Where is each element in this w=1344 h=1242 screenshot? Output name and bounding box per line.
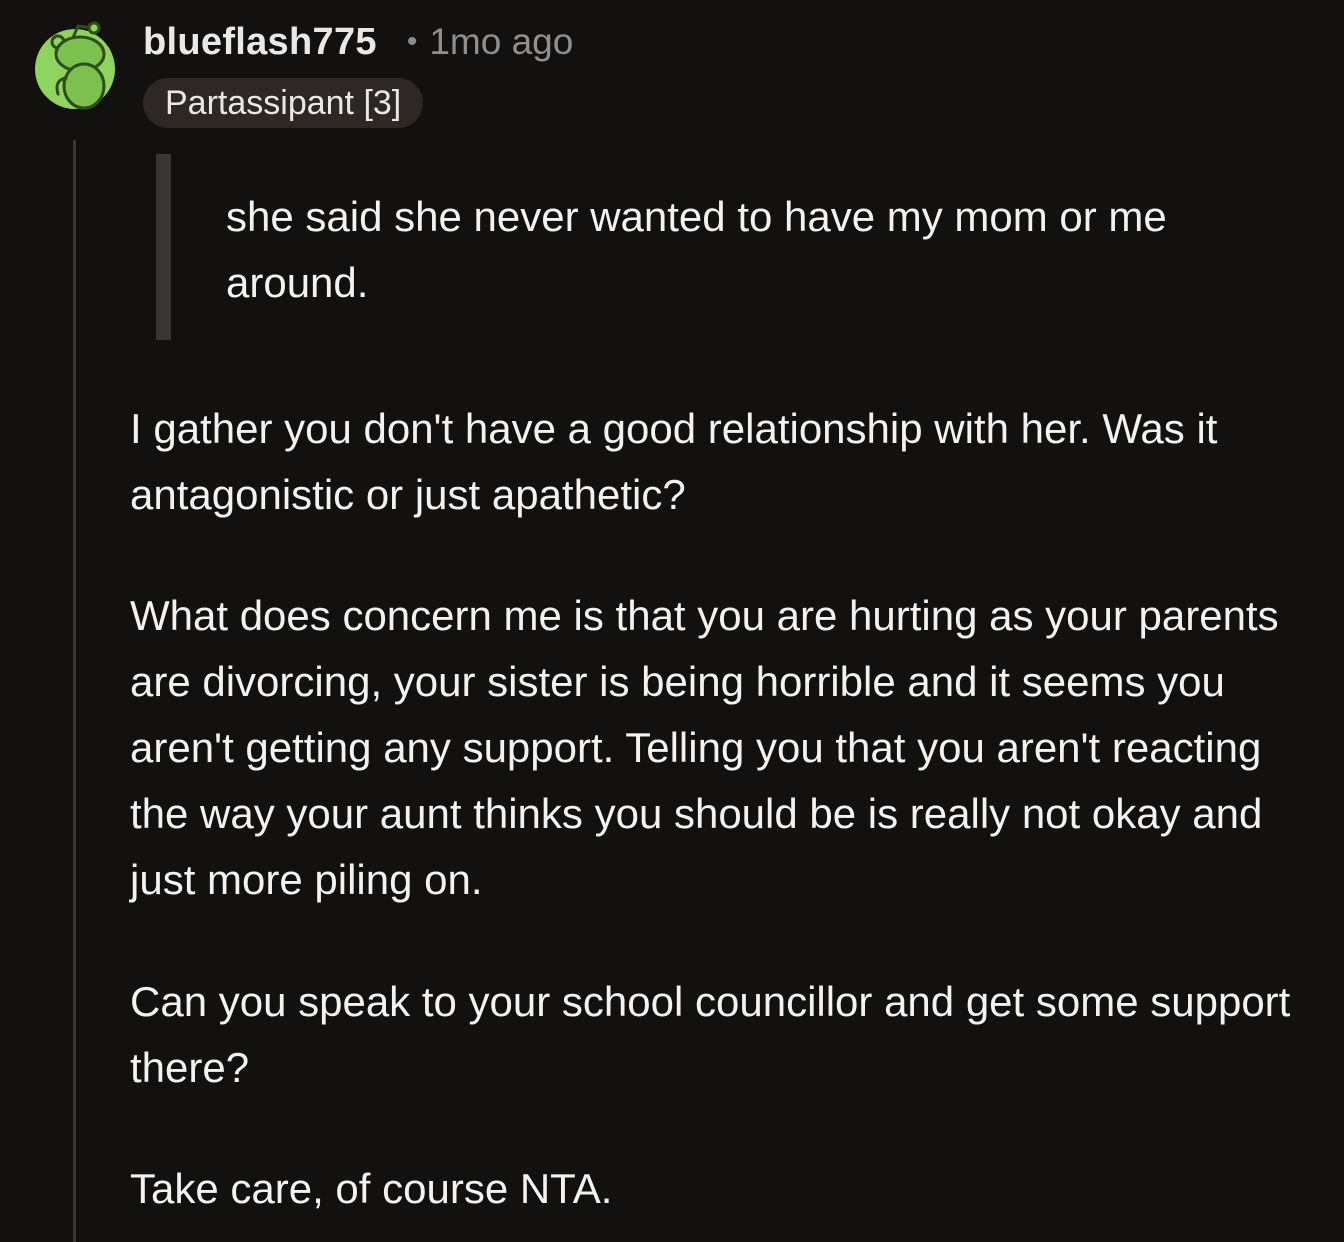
snoo-avatar-icon	[35, 21, 115, 110]
comment-header: blueflash775 • 1mo ago	[143, 14, 573, 70]
comment-paragraph: Can you speak to your school councillor …	[130, 978, 1291, 1091]
avatar[interactable]	[34, 8, 116, 114]
thread-line[interactable]	[73, 140, 76, 1242]
user-flair-badge: Partassipant [3]	[143, 78, 424, 128]
blockquote-text: she said she never wanted to have my mom…	[226, 193, 1167, 306]
separator-dot: •	[406, 25, 418, 58]
comment-paragraph: I gather you don't have a good relations…	[130, 405, 1218, 518]
comment-paragraph: Take care, of course NTA.	[130, 1165, 613, 1212]
username-link[interactable]: blueflash775	[143, 21, 377, 64]
blockquote-bar	[156, 154, 171, 340]
comment-paragraph: What does concern me is that you are hur…	[130, 592, 1279, 903]
timestamp[interactable]: 1mo ago	[429, 21, 573, 63]
